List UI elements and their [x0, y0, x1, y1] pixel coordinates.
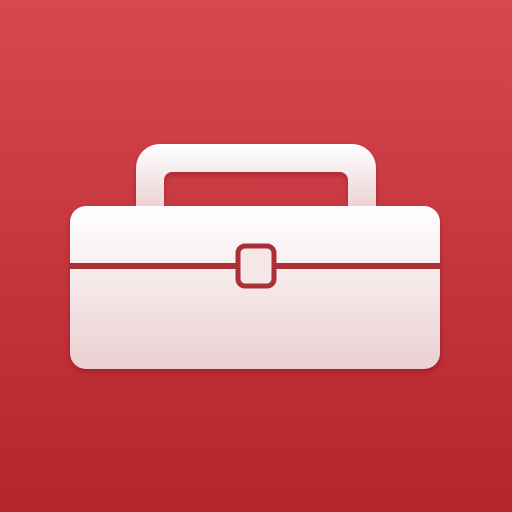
app-icon: [0, 0, 512, 512]
toolbox-lid-seam: [70, 263, 236, 269]
toolbox-latch: [235, 243, 277, 289]
toolbox-lid-seam: [276, 263, 440, 269]
app-icon-graphic: [0, 0, 512, 512]
